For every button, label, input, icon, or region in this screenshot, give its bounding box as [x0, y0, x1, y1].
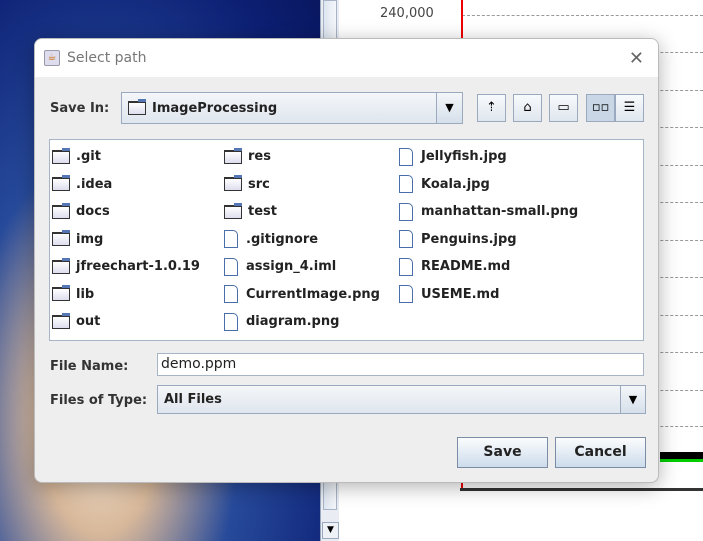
list-item[interactable]: Penguins.jpg	[399, 226, 578, 254]
up-folder-button[interactable]: ⇡	[477, 94, 506, 122]
item-label: CurrentImage.png	[246, 286, 380, 302]
file-icon	[399, 285, 413, 304]
chevron-down-icon[interactable]: ▼	[620, 385, 646, 414]
item-label: src	[248, 176, 270, 192]
save-button[interactable]: Save	[457, 437, 548, 468]
list-item[interactable]: jfreechart-1.0.19	[52, 253, 200, 281]
new-folder-button[interactable]: ▭	[549, 94, 578, 122]
y-tick-label: 240,000	[380, 6, 434, 21]
details-view-button[interactable]: ☰	[615, 94, 644, 122]
list-item[interactable]: .gitignore	[224, 226, 380, 254]
folder-icon	[224, 147, 242, 164]
file-icon	[224, 230, 238, 249]
file-icon	[224, 285, 238, 304]
list-item[interactable]: src	[224, 171, 380, 199]
item-label: README.md	[421, 259, 511, 275]
list-item[interactable]: CurrentImage.png	[224, 281, 380, 309]
save-in-label: Save In:	[50, 101, 110, 116]
item-label: res	[248, 149, 271, 165]
item-label: .gitignore	[246, 231, 319, 247]
item-label: manhattan-small.png	[421, 204, 579, 220]
list-item[interactable]: docs	[52, 198, 200, 226]
cancel-button[interactable]: Cancel	[555, 437, 646, 468]
item-label: lib	[76, 286, 95, 302]
close-icon[interactable]: ✕	[629, 48, 644, 69]
folder-icon	[52, 147, 70, 164]
list-item[interactable]: diagram.png	[224, 308, 380, 336]
list-item[interactable]: README.md	[399, 253, 578, 281]
folder-icon	[52, 285, 70, 302]
item-label: .idea	[76, 176, 113, 192]
item-label: USEME.md	[421, 286, 500, 302]
folder-icon	[52, 257, 70, 274]
item-label: Koala.jpg	[421, 176, 490, 192]
folder-icon	[52, 230, 70, 247]
list-item[interactable]: lib	[52, 281, 200, 309]
file-icon	[224, 257, 238, 276]
list-view-button[interactable]: ▫▫	[586, 94, 615, 122]
file-icon	[399, 175, 413, 194]
list-item[interactable]: test	[224, 198, 380, 226]
file-list[interactable]: .git .idea docs img jfreechart-1.0.19 lib out r…	[49, 139, 644, 341]
file-name-label: File Name:	[50, 359, 129, 374]
folder-icon	[52, 312, 70, 329]
item-label: Penguins.jpg	[421, 231, 517, 247]
save-dialog: ☕ Select path ✕ Save In: ImageProcessing…	[34, 38, 659, 483]
list-item[interactable]: Koala.jpg	[399, 171, 578, 199]
home-button[interactable]: ⌂	[513, 94, 542, 122]
list-item[interactable]: img	[52, 226, 200, 254]
file-column: .git .idea docs img jfreechart-1.0.19 lib out	[52, 143, 200, 336]
item-label: img	[76, 231, 104, 247]
dialog-title: Select path	[67, 50, 147, 66]
item-label: out	[76, 314, 101, 330]
file-icon	[399, 202, 413, 221]
list-item[interactable]: manhattan-small.png	[399, 198, 578, 226]
list-item[interactable]: USEME.md	[399, 281, 578, 309]
file-name-input[interactable]: demo.ppm	[157, 353, 644, 376]
folder-icon	[52, 175, 70, 192]
item-label: Jellyfish.jpg	[421, 149, 507, 165]
folder-icon	[224, 202, 242, 219]
list-item[interactable]: Jellyfish.jpg	[399, 143, 578, 171]
folder-icon	[52, 202, 70, 219]
item-label: docs	[76, 204, 110, 220]
file-type-label: Files of Type:	[50, 393, 148, 408]
file-icon	[399, 257, 413, 276]
save-in-value: ImageProcessing	[152, 100, 278, 116]
folder-icon	[224, 175, 242, 192]
file-icon	[399, 230, 413, 249]
list-item[interactable]: .git	[52, 143, 200, 171]
folder-icon	[128, 99, 146, 115]
item-label: assign_4.iml	[246, 259, 337, 275]
file-column: Jellyfish.jpg Koala.jpg manhattan-small.pn…	[399, 143, 578, 308]
item-label: test	[248, 204, 277, 220]
list-item[interactable]: out	[52, 308, 200, 336]
save-in-dropdown[interactable]: ImageProcessing	[121, 92, 461, 124]
list-item[interactable]: assign_4.iml	[224, 253, 380, 281]
item-label: .git	[76, 149, 101, 165]
list-item[interactable]: res	[224, 143, 380, 171]
item-label: jfreechart-1.0.19	[76, 259, 200, 275]
list-item[interactable]: .idea	[52, 171, 200, 199]
file-icon	[399, 147, 413, 166]
java-icon: ☕	[44, 50, 60, 66]
title-bar: ☕ Select path ✕	[35, 39, 658, 77]
file-icon	[224, 312, 238, 331]
item-label: diagram.png	[246, 314, 340, 330]
chevron-down-icon[interactable]: ▼	[436, 92, 463, 124]
file-type-dropdown[interactable]: All Files	[157, 385, 621, 414]
file-column: res src test .gitignore assign_4.iml CurrentI…	[224, 143, 380, 336]
scroll-down-button[interactable]: ▼	[322, 522, 339, 539]
